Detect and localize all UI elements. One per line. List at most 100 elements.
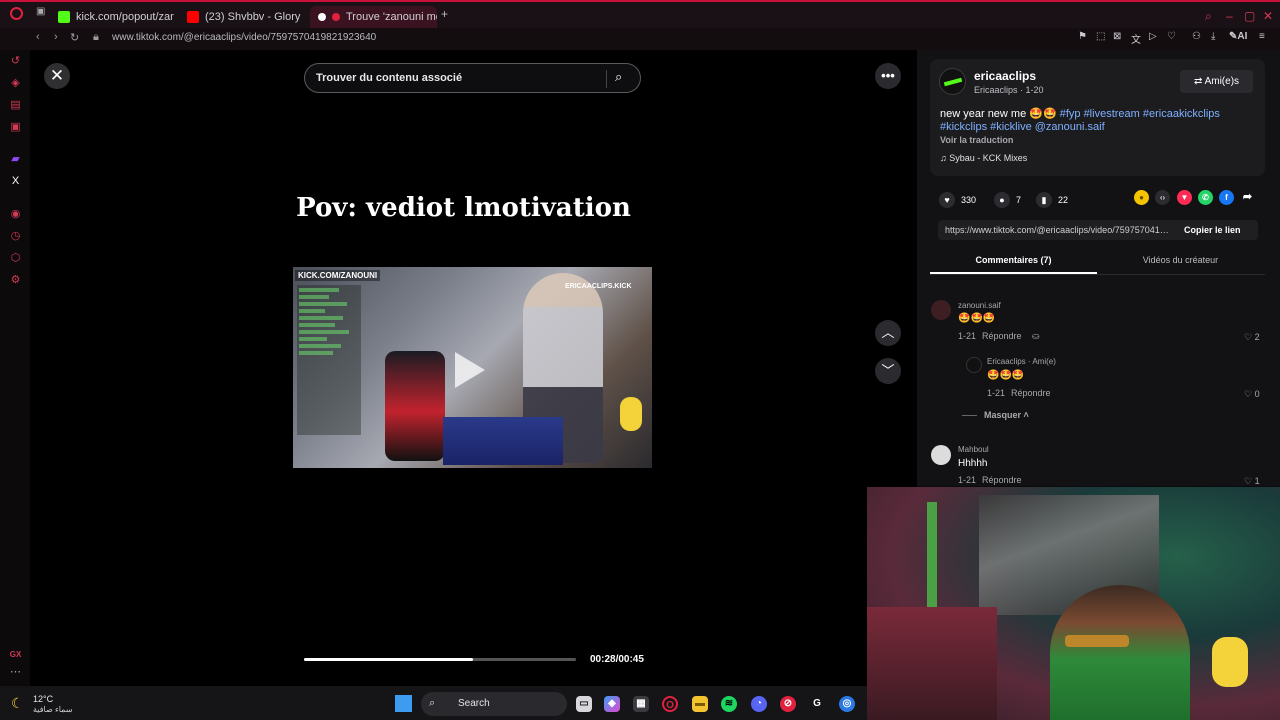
coin-gift-icon[interactable]: ⛀: [1032, 331, 1040, 342]
facebook-icon[interactable]: f: [1219, 190, 1234, 205]
comment-button[interactable]: ● 7: [994, 192, 1021, 208]
weather-moon-icon[interactable]: ☾: [11, 695, 24, 712]
sidebar-x-icon[interactable]: X: [9, 175, 22, 188]
chrome-icon[interactable]: ◎: [839, 696, 855, 712]
reply-button[interactable]: Répondre: [982, 475, 1022, 485]
sidebar-settings-icon[interactable]: ⚙: [9, 274, 22, 287]
forward-icon[interactable]: ›: [54, 31, 58, 43]
comment-text: Hhhhh: [958, 458, 988, 469]
whatsapp-icon[interactable]: ✆: [1198, 190, 1213, 205]
related-search-input[interactable]: Trouver du contenu associé ⌕: [304, 63, 641, 93]
profile-icon[interactable]: ⚇: [1192, 31, 1201, 42]
play-icon[interactable]: [455, 352, 485, 388]
youtube-icon: [187, 11, 199, 23]
sidebar-more-icon[interactable]: ⋯: [9, 666, 22, 679]
reply-like[interactable]: ♡ 0: [1244, 389, 1260, 400]
app-icon[interactable]: ⊘: [780, 696, 796, 712]
reply-button[interactable]: Répondre: [982, 331, 1022, 341]
taskbar-search[interactable]: ⌕ Search: [421, 692, 567, 716]
video-time: 00:28/00:45: [590, 654, 644, 665]
avatar-logo: [943, 77, 962, 87]
heart-icon[interactable]: ♡: [1167, 31, 1176, 42]
coin-icon[interactable]: ●: [1134, 190, 1149, 205]
copilot-icon[interactable]: ◈: [604, 696, 620, 712]
close-window-button[interactable]: ✕: [1263, 9, 1273, 23]
save-button[interactable]: ▮ 22: [1036, 192, 1068, 208]
chat-line: [299, 302, 347, 306]
embed-icon[interactable]: ‹›: [1155, 190, 1170, 205]
new-tab-button[interactable]: +: [441, 7, 448, 21]
windows-start-icon[interactable]: [395, 695, 412, 712]
download-icon[interactable]: ⤓: [1211, 31, 1215, 42]
comment-avatar[interactable]: [931, 445, 951, 465]
sidebar-twitch-icon[interactable]: ▰: [9, 153, 22, 166]
creator-avatar[interactable]: [939, 68, 966, 95]
close-icon[interactable]: ✕: [44, 63, 70, 89]
opera-logo-icon[interactable]: [10, 7, 23, 20]
tab-creator-videos[interactable]: Vidéos du créateur: [1097, 255, 1264, 265]
chevron-up-icon[interactable]: ︿: [875, 320, 901, 346]
menu-icon[interactable]: ≡: [1259, 31, 1265, 42]
logitech-icon[interactable]: G: [809, 696, 825, 712]
sidebar-extensions-icon[interactable]: ⬡: [9, 252, 22, 265]
audio-playing-icon[interactable]: [332, 13, 340, 21]
share-arrow-icon[interactable]: ➦: [1240, 190, 1255, 205]
comment-like[interactable]: ♡ 2: [1244, 332, 1260, 343]
creator-name[interactable]: ericaaclips: [974, 69, 1036, 83]
video-progress-bar[interactable]: [304, 658, 576, 661]
send-icon[interactable]: ▼: [1177, 190, 1192, 205]
see-translation-link[interactable]: Voir la traduction: [940, 135, 1013, 145]
file-explorer-icon[interactable]: ▬: [692, 696, 708, 712]
spotify-icon[interactable]: ≋: [721, 696, 737, 712]
copy-link-button[interactable]: Copier le lien: [1184, 225, 1241, 235]
tab-comments[interactable]: Commentaires (7): [930, 255, 1097, 265]
minimize-button[interactable]: –: [1226, 9, 1233, 23]
sidebar-mail-icon[interactable]: ▣: [9, 121, 22, 134]
comment-username[interactable]: Mahboul: [958, 445, 989, 454]
music-link[interactable]: ♫ Sybau - KCK Mixes: [940, 153, 1027, 163]
sidebar-player-icon[interactable]: ◉: [9, 208, 22, 221]
opera-gx-icon[interactable]: O: [662, 696, 678, 712]
task-view-icon[interactable]: ▭: [576, 696, 592, 712]
tab-youtube[interactable]: (23) Shvbbv - Glory (Offic: [187, 6, 304, 28]
sidebar-gx-icon[interactable]: GX: [9, 648, 22, 661]
maximize-button[interactable]: ▢: [1244, 9, 1255, 23]
tab-overview-icon[interactable]: ▣: [36, 6, 45, 17]
like-button[interactable]: ♥ 330: [939, 192, 976, 208]
chevron-down-icon[interactable]: ﹀: [875, 358, 901, 384]
tab-tiktok-active[interactable]: Trouve 'zanouni motiva: [310, 6, 437, 28]
url-field[interactable]: www.tiktok.com/@ericaaclips/video/759757…: [112, 32, 376, 43]
sidebar-aria-icon[interactable]: ↺: [9, 55, 22, 68]
reload-icon[interactable]: ↻: [70, 31, 79, 44]
sidebar-history-icon[interactable]: ◷: [9, 230, 22, 243]
extension-icon[interactable]: ⊠: [1113, 31, 1121, 42]
search-icon[interactable]: ⌕: [615, 69, 622, 85]
back-icon[interactable]: ‹: [36, 31, 40, 43]
tab-kick[interactable]: kick.com/popout/zanouni/: [58, 6, 174, 28]
bookmark-icon[interactable]: ⚑: [1078, 31, 1087, 42]
reply-username[interactable]: Ericaaclips · Ami(e): [987, 357, 1056, 366]
video-frame[interactable]: KICK.COM/ZANOUNI ERICAACLIPS.KICK: [293, 267, 652, 468]
player-icon[interactable]: ▷: [1149, 31, 1157, 42]
chat-line: [299, 351, 333, 355]
translate-icon[interactable]: 文: [1131, 31, 1141, 46]
reply-avatar[interactable]: [966, 357, 982, 373]
search-tabs-icon[interactable]: ⌕: [1205, 9, 1212, 24]
hide-replies-button[interactable]: Masquer ˄: [984, 410, 1029, 420]
friends-button[interactable]: ⇄ Ami(e)s: [1180, 70, 1253, 93]
ai-button[interactable]: ✎AI: [1229, 31, 1247, 42]
discord-icon[interactable]: ◔: [751, 696, 767, 712]
reply-button[interactable]: Répondre: [1011, 388, 1051, 398]
sidebar-messages-icon[interactable]: ▤: [9, 99, 22, 112]
hashtags-line-1[interactable]: #fyp #livestream #ericaakickclips: [1060, 108, 1220, 120]
store-icon[interactable]: ▦: [633, 696, 649, 712]
hashtags-line-2[interactable]: #kickclips #kicklive @zanouni.saif: [940, 121, 1105, 133]
sidebar-shopping-icon[interactable]: ◈: [9, 77, 22, 90]
share-link[interactable]: https://www.tiktok.com/@ericaaclips/vide…: [945, 225, 1173, 235]
comment-avatar[interactable]: [931, 300, 951, 320]
comment-like[interactable]: ♡ 1: [1244, 476, 1260, 487]
comment-username[interactable]: zanouni.saif: [958, 301, 1001, 310]
snapshot-icon[interactable]: ⬚: [1096, 31, 1105, 42]
weather-temperature[interactable]: 12°C: [33, 694, 53, 704]
more-options-icon[interactable]: •••: [875, 63, 901, 89]
